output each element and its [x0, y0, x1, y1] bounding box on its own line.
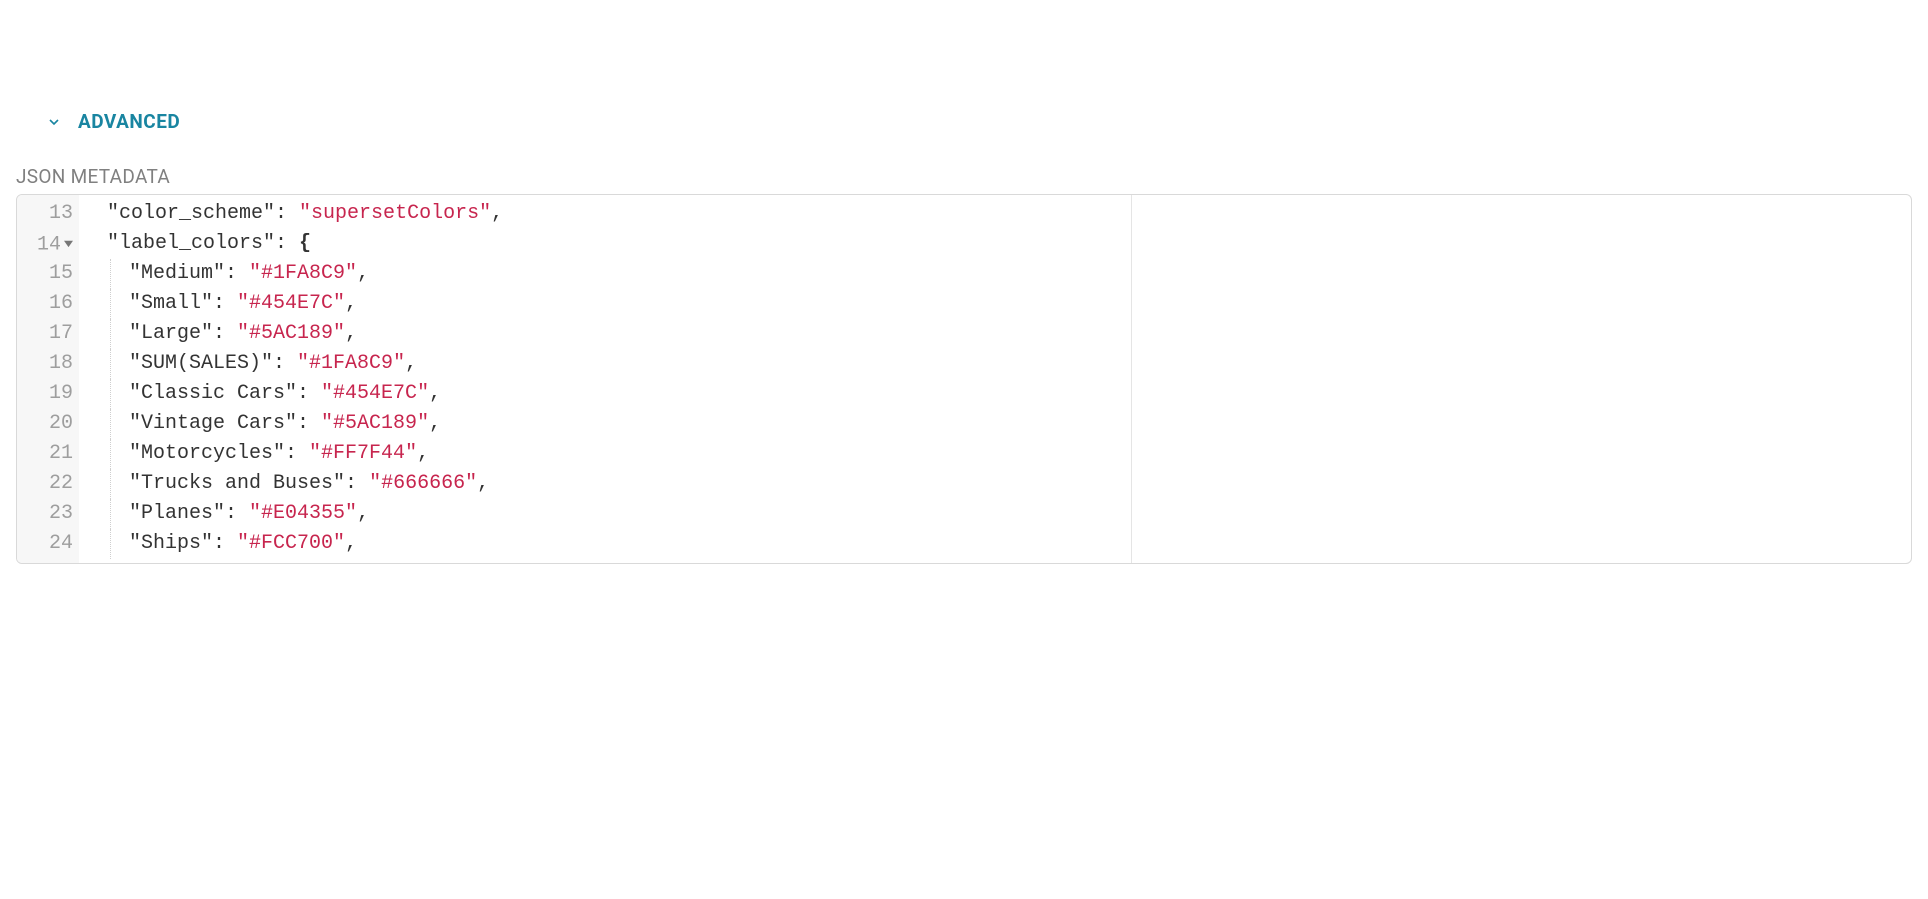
json-metadata-editor[interactable]: 131415161718192021222324 "color_scheme":… [16, 194, 1912, 564]
json-comma: , [429, 382, 441, 405]
gutter-line: 17 [29, 319, 73, 349]
json-key: "Small" [129, 292, 213, 315]
code-line[interactable]: "label_colors": { [85, 229, 1131, 259]
advanced-panel: ADVANCED JSON METADATA 13141516171819202… [0, 110, 1928, 564]
json-comma: , [405, 352, 417, 375]
gutter-line: 19 [29, 379, 73, 409]
json-key: "Motorcycles" [129, 442, 285, 465]
code-line[interactable]: "Medium": "#1FA8C9", [85, 259, 1131, 289]
json-metadata-label: JSON METADATA [16, 165, 1928, 188]
json-key: "Large" [129, 322, 213, 345]
json-key: "Planes" [129, 502, 225, 525]
indent-guide [110, 529, 111, 559]
json-comma: , [357, 502, 369, 525]
json-comma: , [417, 442, 429, 465]
editor-right-column [1132, 195, 1911, 563]
code-line[interactable]: "Classic Cars": "#454E7C", [85, 379, 1131, 409]
gutter-line: 15 [29, 259, 73, 289]
indent-guide [110, 499, 111, 529]
json-comma: , [477, 472, 489, 495]
json-colon: : [225, 502, 249, 525]
json-string-value: "#5AC189" [237, 322, 345, 345]
json-string-value: "#5AC189" [321, 412, 429, 435]
json-string-value: "#454E7C" [237, 292, 345, 315]
editor-body: "color_scheme": "supersetColors","label_… [79, 195, 1911, 563]
gutter-line: 24 [29, 529, 73, 559]
gutter-line: 20 [29, 409, 73, 439]
json-comma: , [357, 262, 369, 285]
json-colon: : [273, 352, 297, 375]
json-colon: : [213, 322, 237, 345]
json-colon: : [345, 472, 369, 495]
indent-guide [110, 379, 111, 409]
json-key: "SUM(SALES)" [129, 352, 273, 375]
code-line[interactable]: "SUM(SALES)": "#1FA8C9", [85, 349, 1131, 379]
json-colon: : [297, 412, 321, 435]
code-line[interactable]: "Planes": "#E04355", [85, 499, 1131, 529]
json-colon: : [275, 202, 299, 225]
json-key: "Ships" [129, 532, 213, 555]
json-colon: : [213, 292, 237, 315]
gutter-line: 23 [29, 499, 73, 529]
code-line[interactable]: "Ships": "#FCC700", [85, 529, 1131, 559]
json-key: "label_colors" [107, 232, 275, 255]
indent-guide [110, 439, 111, 469]
editor-code-column[interactable]: "color_scheme": "supersetColors","label_… [79, 195, 1131, 563]
json-key: "Trucks and Buses" [129, 472, 345, 495]
json-colon: : [225, 262, 249, 285]
json-string-value: "#454E7C" [321, 382, 429, 405]
json-brace: { [299, 232, 311, 255]
json-key: "Classic Cars" [129, 382, 297, 405]
indent-guide [110, 469, 111, 499]
code-line[interactable]: "Large": "#5AC189", [85, 319, 1131, 349]
indent-guide [110, 349, 111, 379]
json-colon: : [275, 232, 299, 255]
code-line[interactable]: "Vintage Cars": "#5AC189", [85, 409, 1131, 439]
json-colon: : [213, 532, 237, 555]
json-comma: , [429, 412, 441, 435]
code-line[interactable]: "color_scheme": "supersetColors", [85, 199, 1131, 229]
json-colon: : [285, 442, 309, 465]
json-comma: , [491, 202, 503, 225]
json-comma: , [345, 532, 357, 555]
json-string-value: "#E04355" [249, 502, 357, 525]
json-key: "Medium" [129, 262, 225, 285]
json-colon: : [297, 382, 321, 405]
gutter-line: 14 [29, 229, 73, 259]
gutter-line: 18 [29, 349, 73, 379]
gutter-line: 22 [29, 469, 73, 499]
code-line[interactable]: "Trucks and Buses": "#666666", [85, 469, 1131, 499]
json-string-value: "supersetColors" [299, 202, 491, 225]
section-title: ADVANCED [78, 110, 180, 133]
indent-guide [110, 409, 111, 439]
json-string-value: "#FCC700" [237, 532, 345, 555]
json-string-value: "#1FA8C9" [297, 352, 405, 375]
code-line[interactable]: "Motorcycles": "#FF7F44", [85, 439, 1131, 469]
json-string-value: "#1FA8C9" [249, 262, 357, 285]
json-key: "Vintage Cars" [129, 412, 297, 435]
indent-guide [110, 259, 111, 289]
gutter-line: 13 [29, 199, 73, 229]
json-comma: , [345, 292, 357, 315]
code-line[interactable]: "Small": "#454E7C", [85, 289, 1131, 319]
indent-guide [110, 319, 111, 349]
json-string-value: "#FF7F44" [309, 442, 417, 465]
indent-guide [110, 289, 111, 319]
gutter-line: 21 [29, 439, 73, 469]
json-comma: , [345, 322, 357, 345]
advanced-section-toggle[interactable]: ADVANCED [46, 110, 1928, 133]
fold-open-icon[interactable] [64, 229, 73, 259]
gutter-line: 16 [29, 289, 73, 319]
editor-gutter: 131415161718192021222324 [17, 195, 79, 563]
json-string-value: "#666666" [369, 472, 477, 495]
json-key: "color_scheme" [107, 202, 275, 225]
chevron-down-icon [46, 114, 62, 130]
